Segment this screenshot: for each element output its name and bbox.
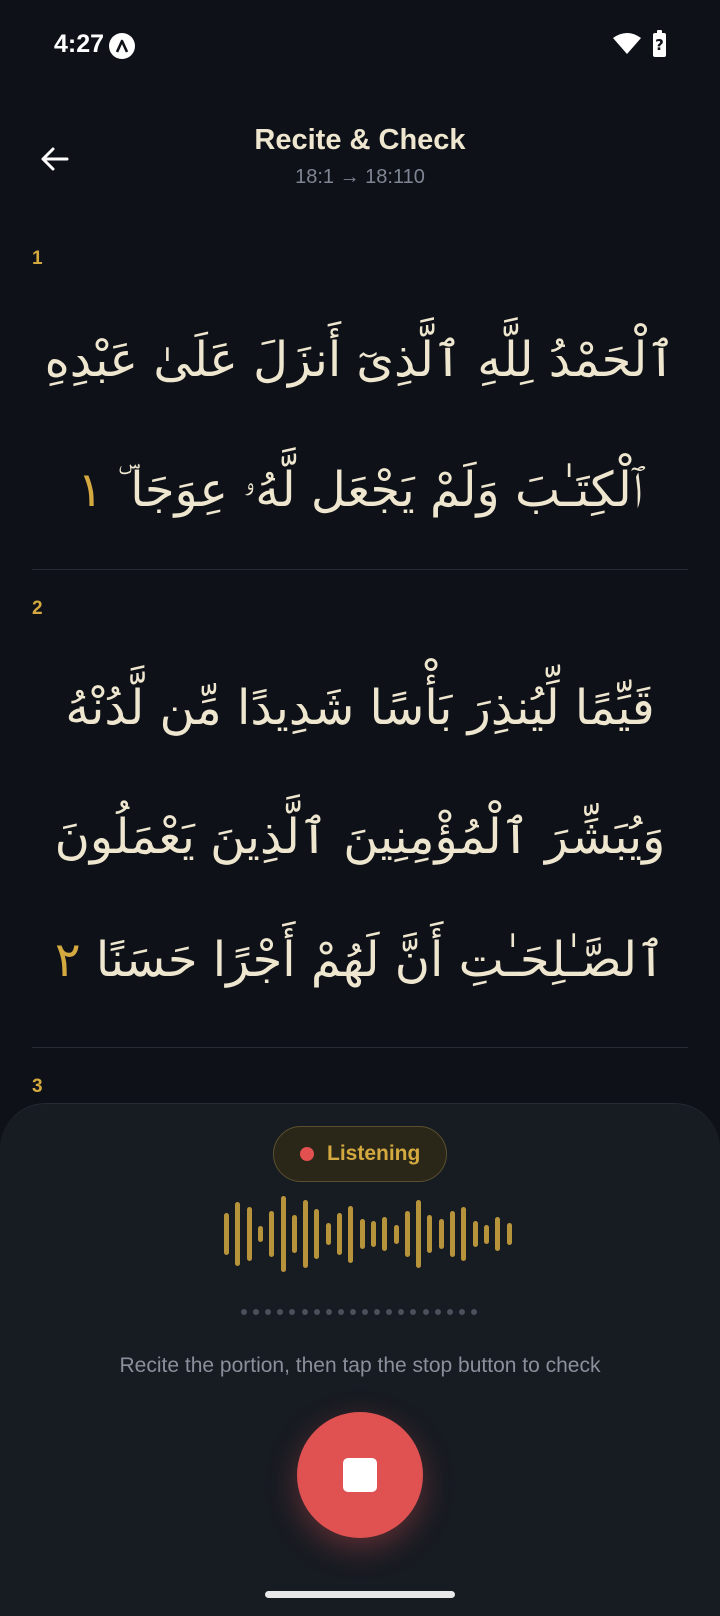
waveform-bar — [495, 1216, 501, 1252]
waveform-bar — [506, 1222, 512, 1246]
home-indicator[interactable] — [265, 1591, 455, 1598]
progress-dot — [410, 1309, 417, 1315]
waveform-bar — [427, 1215, 433, 1253]
waveform-bar — [438, 1218, 444, 1250]
waveform-bar — [280, 1196, 286, 1272]
listening-status-pill: Listening — [273, 1126, 447, 1182]
waveform-bar — [325, 1222, 331, 1246]
ayah-number-marker: ٢ — [54, 932, 81, 988]
progress-dot — [337, 1309, 344, 1315]
stop-button[interactable] — [297, 1412, 423, 1538]
waveform-bar — [450, 1211, 455, 1257]
waveform-bar — [370, 1220, 376, 1248]
status-time: 4:27 — [54, 30, 105, 58]
verse-number: 2 — [32, 598, 43, 619]
progress-dot — [289, 1309, 296, 1315]
waveform-bar — [393, 1224, 399, 1244]
progress-dot — [313, 1309, 320, 1315]
waveform-bar — [416, 1199, 422, 1269]
wifi-icon — [613, 33, 641, 54]
verse-text-line: قَيِّمًا لِّيُنذِرَ بَأْسًا شَدِيدًا مِّ… — [65, 680, 655, 736]
progress-dot — [470, 1309, 477, 1315]
waveform-bar — [235, 1201, 241, 1267]
listening-label: Listening — [327, 1142, 421, 1165]
battery-icon: ? — [653, 30, 666, 57]
progress-dot — [362, 1309, 368, 1315]
progress-dot — [386, 1309, 393, 1315]
progress-dot — [398, 1309, 405, 1315]
progress-dot — [253, 1309, 260, 1315]
waveform-bar — [359, 1218, 365, 1250]
progress-dots — [0, 1309, 720, 1319]
progress-dot — [325, 1309, 332, 1315]
audio-waveform — [0, 1194, 720, 1274]
verse-text-line: ٱلصَّـٰلِحَـٰتِ أَنَّ لَهُمْ أَجْرًا حَس… — [54, 932, 666, 988]
waveform-bar — [257, 1226, 263, 1242]
progress-dot — [446, 1309, 453, 1315]
progress-dot — [374, 1309, 381, 1315]
waveform-bar — [246, 1207, 252, 1261]
verse-number: 3 — [32, 1076, 43, 1097]
verse-text-line: ٱلْكِتَـٰبَ وَلَمْ يَجْعَل لَّهُۥ عِوَجَ… — [77, 462, 643, 518]
progress-dot — [301, 1309, 308, 1315]
page-title: Recite & Check — [254, 124, 466, 156]
verse-text-line: وَيُبَشِّرَ ٱلْمُؤْمِنِينَ ٱلَّذِينَ يَع… — [54, 809, 666, 865]
waveform-bar — [472, 1220, 478, 1248]
status-bar: 4:27 ? — [0, 0, 720, 92]
progress-dot — [265, 1309, 272, 1315]
waveform-bar — [337, 1213, 342, 1255]
verse-item[interactable]: 2 قَيِّمًا لِّيُنذِرَ بَأْسًا شَدِيدًا م… — [32, 590, 688, 1048]
progress-dot — [434, 1309, 441, 1315]
stop-icon — [343, 1458, 377, 1492]
recite-hint: Recite the portion, then tap the stop bu… — [119, 1354, 601, 1377]
verse-item[interactable]: 1 ٱلْحَمْدُ لِلَّهِ ٱلَّذِىٓ أَنزَلَ عَل… — [32, 240, 688, 570]
waveform-bar — [404, 1211, 410, 1257]
progress-dot — [241, 1309, 247, 1315]
waveform-bar — [291, 1215, 297, 1253]
waveform-bar — [382, 1216, 388, 1252]
waveform-bar — [224, 1213, 229, 1255]
waveform-bar — [461, 1207, 467, 1261]
recorder-panel: Listening Recite the portion, then tap t… — [0, 1103, 720, 1616]
notification-a-icon — [109, 33, 135, 59]
waveform-bar — [348, 1205, 354, 1263]
progress-dot — [422, 1309, 429, 1315]
waveform-bar — [483, 1224, 489, 1244]
ayah-number-marker: ١ — [77, 462, 103, 518]
waveform-bar — [314, 1209, 320, 1259]
waveform-bar — [303, 1199, 309, 1269]
progress-dot — [277, 1309, 284, 1315]
waveform-bar — [269, 1211, 275, 1257]
progress-dot — [349, 1309, 356, 1315]
recording-dot-icon — [300, 1147, 314, 1161]
progress-dot — [458, 1309, 465, 1315]
verse-text-line: ٱلْحَمْدُ لِلَّهِ ٱلَّذِىٓ أَنزَلَ عَلَى… — [44, 332, 676, 388]
verse-range-subtitle: 18:1 → 18:110 — [295, 166, 425, 188]
verse-number: 1 — [32, 248, 43, 269]
